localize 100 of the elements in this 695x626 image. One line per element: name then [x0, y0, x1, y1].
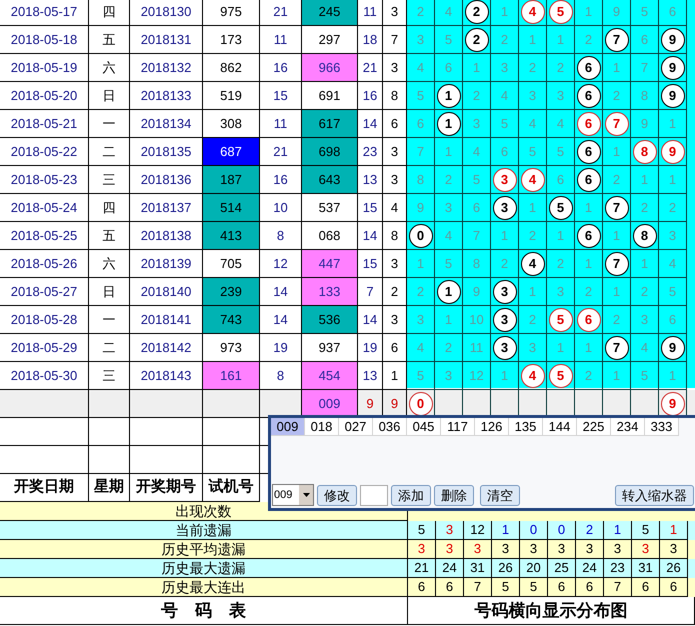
table-cell: 9: [631, 110, 659, 138]
table-cell: 2018-05-28: [0, 306, 89, 334]
list-item[interactable]: 144: [543, 418, 577, 436]
button[interactable]: 转入缩水器: [615, 484, 694, 506]
table-cell: 2018135: [130, 138, 203, 166]
table-cell: 1: [575, 194, 603, 222]
button[interactable]: 添加: [391, 484, 431, 506]
table-cell: 862: [203, 54, 260, 82]
input-field[interactable]: [360, 484, 388, 506]
table-cell: 975: [203, 0, 260, 26]
table-cell: 15: [358, 250, 383, 278]
table-cell: 1: [547, 334, 575, 362]
table-cell: 6: [632, 578, 660, 597]
list-item[interactable]: 135: [509, 418, 543, 436]
table-cell: 8: [631, 82, 659, 110]
table-cell: 173: [203, 26, 260, 54]
list-item[interactable]: 333: [645, 418, 679, 436]
table-cell: 2: [407, 278, 435, 306]
table-cell: 3: [407, 306, 435, 334]
table-cell: 5: [492, 578, 520, 597]
table-cell: 6: [548, 578, 576, 597]
table-cell: 1: [547, 222, 575, 250]
button[interactable]: 清空: [480, 484, 520, 506]
table-cell: 三: [89, 362, 130, 390]
table-cell: 19: [260, 334, 302, 362]
table-cell: 7: [358, 278, 383, 306]
table-cell: 6: [463, 194, 491, 222]
row-label: 历史最大连出: [0, 578, 408, 597]
table-cell: 16: [260, 54, 302, 82]
button[interactable]: 删除: [434, 484, 474, 506]
table-cell: 四: [89, 194, 130, 222]
list-item[interactable]: 009: [271, 418, 305, 436]
table-cell: 2018137: [130, 194, 203, 222]
table-cell: 4: [547, 110, 575, 138]
table-cell: 3: [547, 278, 575, 306]
table-cell: 1: [383, 362, 407, 390]
table-cell: 2018134: [130, 110, 203, 138]
table-cell: 8: [407, 166, 435, 194]
table-cell: 3: [383, 250, 407, 278]
button[interactable]: 修改: [317, 484, 357, 506]
table-cell: 11: [358, 0, 383, 26]
table-cell: 3: [659, 222, 687, 250]
table-cell: 2: [575, 278, 603, 306]
table-cell: 4: [491, 82, 519, 110]
table-cell: 161: [203, 362, 260, 390]
table-cell: 519: [203, 82, 260, 110]
table-cell: 7: [463, 222, 491, 250]
table-cell: 3: [547, 82, 575, 110]
list-item[interactable]: 117: [441, 418, 475, 436]
table-cell: 4: [407, 334, 435, 362]
list-item[interactable]: 045: [407, 418, 441, 436]
table-cell: 一: [89, 110, 130, 138]
table-cell: 六: [89, 54, 130, 82]
dropdown[interactable]: 009: [272, 484, 314, 506]
table-cell: 14: [260, 278, 302, 306]
table-cell: 2018131: [130, 26, 203, 54]
table-cell: 3: [383, 0, 407, 26]
list-item[interactable]: 225: [577, 418, 611, 436]
table-cell: 2: [435, 334, 463, 362]
table-cell: 7: [383, 26, 407, 54]
table-cell: 5: [547, 138, 575, 166]
table-cell: 1: [519, 278, 547, 306]
table-cell: 6: [435, 54, 463, 82]
list-item[interactable]: 018: [305, 418, 339, 436]
table-cell: 2: [491, 26, 519, 54]
table-cell: 1: [631, 166, 659, 194]
table-cell: 6: [408, 578, 436, 597]
table-cell: 3: [519, 334, 547, 362]
table-cell: 五: [89, 222, 130, 250]
table-cell: 三: [89, 166, 130, 194]
table-cell: 133: [302, 278, 358, 306]
column-header: 星期: [89, 474, 130, 502]
table-cell: 4: [407, 54, 435, 82]
table-cell: 一: [89, 306, 130, 334]
table-cell: 1: [435, 138, 463, 166]
table-cell: 23: [358, 138, 383, 166]
table-cell: 3: [631, 306, 659, 334]
table-cell: 9: [603, 0, 631, 26]
table-cell: 447: [302, 250, 358, 278]
table-cell: 6: [659, 0, 687, 26]
table-cell: 16: [358, 82, 383, 110]
table-cell: 2018130: [130, 0, 203, 26]
table-cell: 2018-05-19: [0, 54, 89, 82]
table-cell: 1: [463, 54, 491, 82]
list-item[interactable]: 234: [611, 418, 645, 436]
table-cell: 2018-05-17: [0, 0, 89, 26]
table-cell: 2018-05-20: [0, 82, 89, 110]
table-cell: 7: [464, 578, 492, 597]
table-cell: 2018-05-23: [0, 166, 89, 194]
column-header: 开奖期号: [130, 474, 203, 502]
table-cell: 5: [519, 138, 547, 166]
table-cell: 二: [89, 138, 130, 166]
list-item[interactable]: 027: [339, 418, 373, 436]
table-cell: 3: [435, 194, 463, 222]
table-cell: 743: [203, 306, 260, 334]
list-item[interactable]: 036: [373, 418, 407, 436]
table-cell: 3: [407, 26, 435, 54]
table-cell: 1: [631, 250, 659, 278]
list-item[interactable]: 126: [475, 418, 509, 436]
table-cell: 5: [520, 578, 548, 597]
